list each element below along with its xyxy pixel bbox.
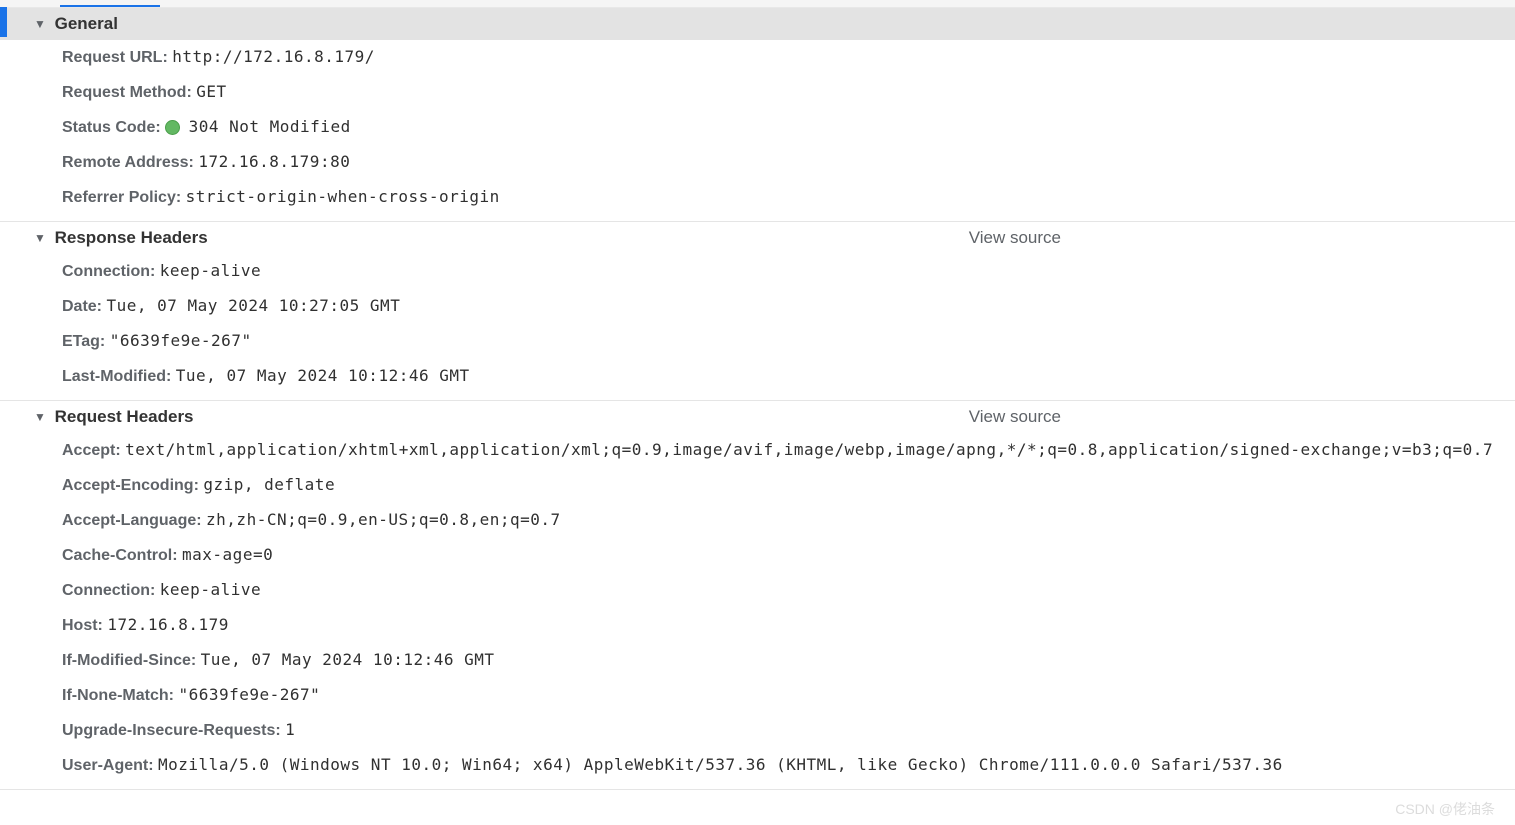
kv-value: Mozilla/5.0 (Windows NT 10.0; Win64; x64…: [158, 755, 1283, 774]
kv-label: Connection:: [62, 582, 155, 599]
kv-row: User-Agent: Mozilla/5.0 (Windows NT 10.0…: [62, 748, 1515, 783]
kv-row: ETag: "6639fe9e-267": [62, 324, 1515, 359]
kv-value: gzip, deflate: [203, 475, 335, 494]
kv-label: Last-Modified:: [62, 368, 171, 385]
top-stripe: [0, 0, 1515, 8]
divider: [0, 789, 1515, 790]
kv-row: Upgrade-Insecure-Requests: 1: [62, 713, 1515, 748]
section-request-title: Request Headers: [55, 407, 194, 426]
kv-label: Accept:: [62, 442, 121, 459]
kv-value: Tue, 07 May 2024 10:27:05 GMT: [106, 296, 400, 315]
kv-value: keep-alive: [160, 261, 261, 280]
kv-label: Referrer Policy:: [62, 189, 181, 206]
watermark: CSDN @佬油条: [1395, 799, 1495, 819]
kv-value: text/html,application/xhtml+xml,applicat…: [125, 440, 1493, 459]
kv-row: Referrer Policy: strict-origin-when-cros…: [62, 180, 1515, 215]
kv-value: "6639fe9e-267": [178, 685, 320, 704]
kv-label: Upgrade-Insecure-Requests:: [62, 722, 281, 739]
chevron-down-icon: ▼: [34, 231, 46, 245]
kv-label: Host:: [62, 617, 103, 634]
kv-row: If-None-Match: "6639fe9e-267": [62, 678, 1515, 713]
kv-row: Request Method: GET: [62, 75, 1515, 110]
kv-value: 1: [285, 720, 295, 739]
kv-value: 172.16.8.179:80: [198, 152, 350, 171]
kv-value: Tue, 07 May 2024 10:12:46 GMT: [201, 650, 495, 669]
kv-label: Status Code:: [62, 119, 161, 136]
kv-row: Status Code: 304 Not Modified: [62, 110, 1515, 145]
kv-value: http://172.16.8.179/: [172, 47, 375, 66]
kv-value: strict-origin-when-cross-origin: [186, 187, 500, 206]
selection-indicator: [0, 7, 7, 37]
kv-row: Connection: keep-alive: [62, 254, 1515, 289]
view-source-link[interactable]: View source: [969, 228, 1481, 248]
section-response-body: Connection: keep-alive Date: Tue, 07 May…: [0, 254, 1515, 400]
kv-value: 172.16.8.179: [107, 615, 229, 634]
kv-value: keep-alive: [160, 580, 261, 599]
view-source-link[interactable]: View source: [969, 407, 1481, 427]
section-request-body: Accept: text/html,application/xhtml+xml,…: [0, 433, 1515, 789]
kv-row: Host: 172.16.8.179: [62, 608, 1515, 643]
kv-row: Last-Modified: Tue, 07 May 2024 10:12:46…: [62, 359, 1515, 394]
kv-label: User-Agent:: [62, 757, 154, 774]
section-general-body: Request URL: http://172.16.8.179/ Reques…: [0, 40, 1515, 221]
kv-row: Request URL: http://172.16.8.179/: [62, 40, 1515, 75]
chevron-down-icon: ▼: [34, 17, 46, 31]
devtools-headers-panel: ▼ General Request URL: http://172.16.8.1…: [0, 0, 1515, 825]
kv-label: Cache-Control:: [62, 547, 178, 564]
kv-value: "6639fe9e-267": [110, 331, 252, 350]
active-tab-underline: [60, 5, 160, 7]
kv-row: Date: Tue, 07 May 2024 10:27:05 GMT: [62, 289, 1515, 324]
kv-label: Accept-Encoding:: [62, 477, 199, 494]
section-request-header[interactable]: ▼ Request Headers View source: [0, 401, 1515, 433]
status-dot-icon: [165, 120, 180, 135]
kv-label: Request Method:: [62, 84, 192, 101]
kv-label: Accept-Language:: [62, 512, 202, 529]
kv-row: Remote Address: 172.16.8.179:80: [62, 145, 1515, 180]
kv-row: Connection: keep-alive: [62, 573, 1515, 608]
kv-row: Accept: text/html,application/xhtml+xml,…: [62, 433, 1515, 468]
kv-label: If-Modified-Since:: [62, 652, 196, 669]
kv-value: Tue, 07 May 2024 10:12:46 GMT: [176, 366, 470, 385]
kv-label: If-None-Match:: [62, 687, 174, 704]
section-response-title: Response Headers: [55, 228, 208, 247]
kv-row: If-Modified-Since: Tue, 07 May 2024 10:1…: [62, 643, 1515, 678]
kv-row: Accept-Encoding: gzip, deflate: [62, 468, 1515, 503]
section-response-header[interactable]: ▼ Response Headers View source: [0, 222, 1515, 254]
chevron-down-icon: ▼: [34, 410, 46, 424]
kv-row: Cache-Control: max-age=0: [62, 538, 1515, 573]
kv-value: max-age=0: [182, 545, 273, 564]
kv-value: zh,zh-CN;q=0.9,en-US;q=0.8,en;q=0.7: [206, 510, 561, 529]
section-general-header[interactable]: ▼ General: [0, 8, 1515, 40]
kv-value: 304 Not Modified: [189, 117, 351, 136]
kv-label: Date:: [62, 298, 102, 315]
kv-label: ETag:: [62, 333, 105, 350]
kv-value: GET: [196, 82, 226, 101]
kv-label: Request URL:: [62, 49, 168, 66]
kv-row: Accept-Language: zh,zh-CN;q=0.9,en-US;q=…: [62, 503, 1515, 538]
kv-label: Connection:: [62, 263, 155, 280]
section-general-title: General: [55, 14, 118, 33]
kv-label: Remote Address:: [62, 154, 194, 171]
